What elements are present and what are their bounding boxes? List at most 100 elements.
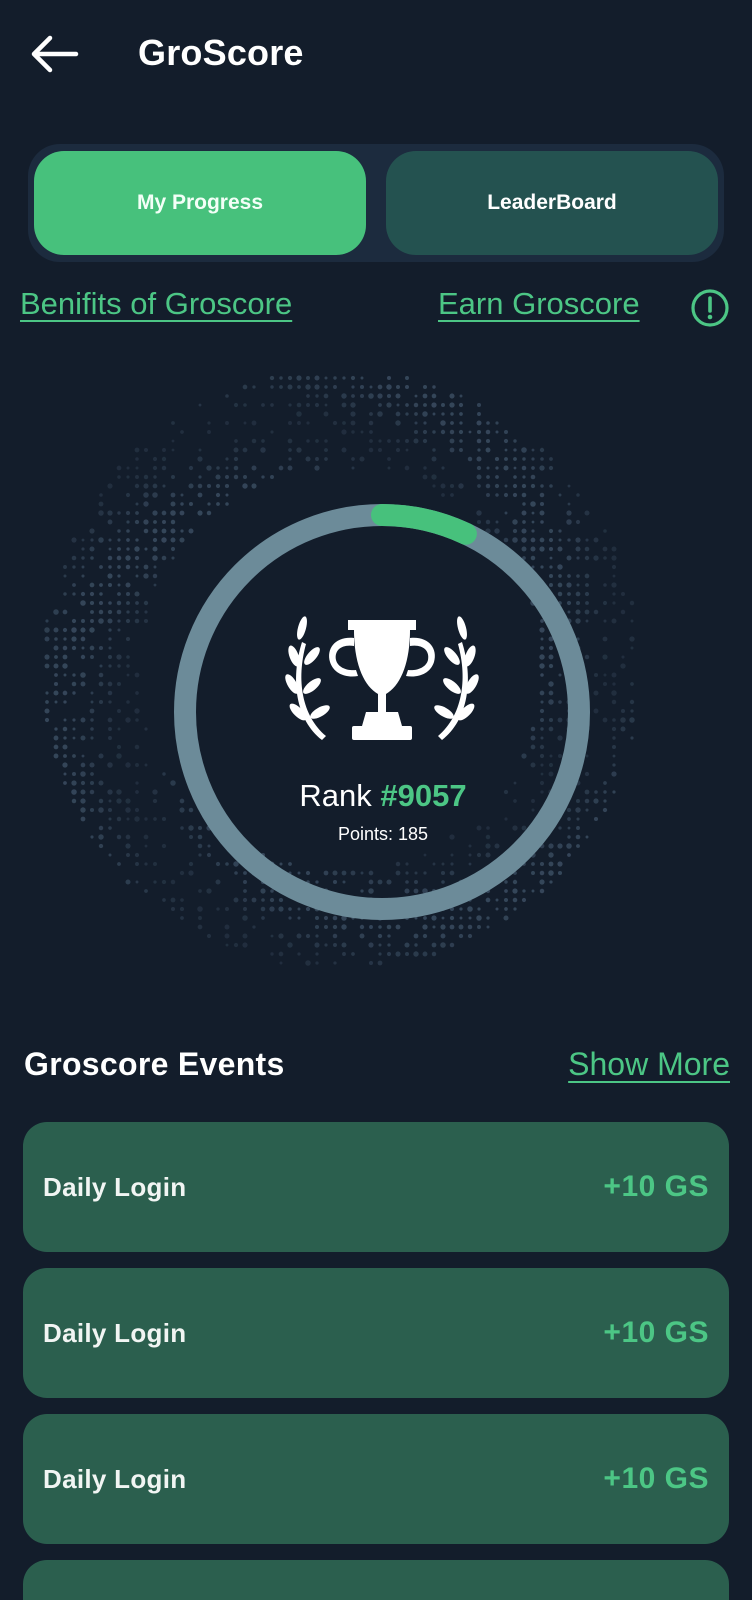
benefits-link[interactable]: Benifits of Groscore bbox=[20, 286, 292, 322]
background-dot bbox=[486, 466, 490, 470]
background-dot bbox=[81, 574, 85, 578]
background-dot bbox=[278, 951, 284, 957]
background-dot bbox=[467, 456, 473, 462]
background-dot bbox=[144, 844, 148, 848]
background-dot bbox=[341, 447, 347, 453]
background-dot bbox=[441, 493, 445, 497]
background-dot bbox=[476, 465, 482, 471]
background-dot bbox=[80, 672, 86, 678]
background-dot bbox=[369, 412, 373, 416]
background-dot bbox=[162, 898, 166, 902]
background-dot bbox=[314, 924, 320, 930]
background-dot bbox=[108, 637, 112, 641]
background-dot bbox=[387, 466, 391, 470]
background-dot bbox=[44, 663, 50, 669]
event-card[interactable]: Daily Login +10 GS bbox=[23, 1268, 729, 1398]
background-dot bbox=[612, 736, 616, 740]
background-dot bbox=[144, 610, 148, 614]
event-card-partial[interactable] bbox=[23, 1560, 729, 1600]
background-dot bbox=[477, 925, 481, 929]
background-dot bbox=[593, 537, 599, 543]
points-text: Points: 185 bbox=[337, 824, 429, 844]
background-dot bbox=[90, 772, 94, 776]
arrow-left-icon bbox=[31, 35, 79, 73]
background-dot bbox=[386, 384, 392, 390]
background-dot bbox=[233, 447, 239, 453]
background-dot bbox=[62, 690, 68, 696]
background-dot bbox=[89, 708, 95, 714]
background-dot bbox=[135, 457, 139, 461]
background-dot bbox=[162, 520, 166, 524]
background-dot bbox=[441, 412, 445, 416]
background-dot bbox=[126, 655, 130, 659]
background-dot bbox=[350, 420, 356, 426]
background-dot bbox=[531, 466, 535, 470]
background-dot bbox=[72, 583, 76, 587]
back-button[interactable] bbox=[26, 30, 82, 78]
background-dot bbox=[107, 717, 113, 723]
background-dot bbox=[143, 492, 149, 498]
background-dot bbox=[485, 447, 491, 453]
background-dot bbox=[540, 484, 544, 488]
background-dot bbox=[161, 879, 167, 885]
background-dot bbox=[368, 942, 374, 948]
background-dot bbox=[207, 430, 211, 434]
background-dot bbox=[612, 601, 616, 605]
tab-leaderboard[interactable]: LeaderBoard bbox=[386, 151, 718, 255]
background-dot bbox=[270, 385, 274, 389]
background-dot bbox=[80, 654, 86, 660]
background-dot bbox=[116, 654, 122, 660]
background-dot bbox=[629, 636, 635, 642]
background-dot bbox=[144, 727, 148, 731]
background-dot bbox=[368, 960, 374, 966]
background-dot bbox=[288, 403, 292, 407]
background-dot bbox=[108, 628, 112, 632]
background-dot bbox=[287, 942, 293, 948]
background-dot bbox=[485, 483, 491, 489]
background-dot bbox=[90, 619, 94, 623]
background-dot bbox=[314, 375, 320, 381]
background-dot bbox=[630, 709, 634, 713]
background-dot bbox=[206, 483, 212, 489]
background-dot bbox=[117, 475, 121, 479]
background-dot bbox=[80, 600, 86, 606]
background-dot bbox=[108, 547, 112, 551]
background-dot bbox=[126, 601, 130, 605]
info-circle-icon[interactable] bbox=[690, 288, 730, 328]
background-dot bbox=[386, 924, 392, 930]
background-dot bbox=[152, 528, 158, 534]
background-dot bbox=[315, 961, 319, 965]
background-dot bbox=[171, 421, 175, 425]
background-dot bbox=[215, 492, 221, 498]
event-card[interactable]: Daily Login +10 GS bbox=[23, 1122, 729, 1252]
background-dot bbox=[593, 708, 599, 714]
earn-groscore-link[interactable]: Earn Groscore bbox=[438, 286, 640, 322]
background-dot bbox=[72, 736, 76, 740]
background-dot bbox=[89, 627, 95, 633]
background-dot bbox=[287, 438, 293, 444]
background-dot bbox=[422, 429, 428, 435]
background-dot bbox=[377, 447, 383, 453]
background-dot bbox=[152, 456, 158, 462]
background-dot bbox=[422, 438, 428, 444]
background-dot bbox=[558, 493, 562, 497]
background-dot bbox=[143, 600, 149, 606]
background-dot bbox=[251, 465, 257, 471]
show-more-link[interactable]: Show More bbox=[568, 1046, 730, 1083]
event-card[interactable]: Daily Login +10 GS bbox=[23, 1414, 729, 1544]
background-dot bbox=[423, 466, 427, 470]
background-dot bbox=[602, 546, 608, 552]
background-dot bbox=[116, 600, 122, 606]
background-dot bbox=[45, 700, 49, 704]
background-dot bbox=[404, 942, 410, 948]
event-points: +10 GS bbox=[603, 1170, 709, 1203]
background-dot bbox=[90, 718, 94, 722]
background-dot bbox=[126, 547, 130, 551]
background-dot bbox=[62, 762, 68, 768]
background-dot bbox=[98, 501, 104, 507]
background-dot bbox=[99, 565, 103, 569]
background-dot bbox=[324, 943, 328, 947]
tab-my-progress[interactable]: My Progress bbox=[34, 151, 366, 255]
background-dot bbox=[107, 519, 113, 525]
background-dot bbox=[126, 520, 130, 524]
